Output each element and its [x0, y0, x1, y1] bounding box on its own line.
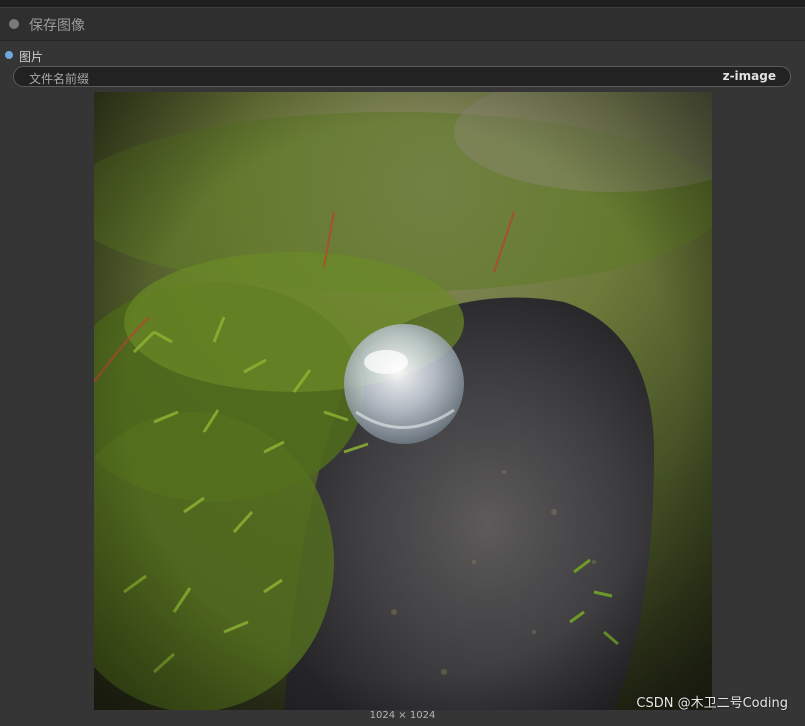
filename-prefix-widget[interactable]: 文件名前缀 z-image	[13, 66, 791, 87]
input-slot-icon[interactable]	[5, 51, 13, 59]
widget-value[interactable]: z-image	[723, 69, 776, 83]
input-label: 图片	[19, 50, 44, 64]
preview-image	[94, 92, 712, 710]
input-slot-images[interactable]: 图片	[0, 46, 200, 64]
watermark: CSDN @木卫二号Coding	[636, 696, 788, 711]
node-header[interactable]: 保存图像	[0, 8, 805, 41]
image-size-label: 1024 × 1024	[369, 710, 436, 721]
save-image-node[interactable]: 保存图像 图片 文件名前缀 z-image 1024 × 1024	[0, 7, 805, 726]
image-preview[interactable]	[94, 92, 712, 710]
widget-label: 文件名前缀	[29, 72, 90, 86]
node-title: 保存图像	[29, 18, 85, 34]
collapse-dot-icon[interactable]	[9, 19, 19, 29]
